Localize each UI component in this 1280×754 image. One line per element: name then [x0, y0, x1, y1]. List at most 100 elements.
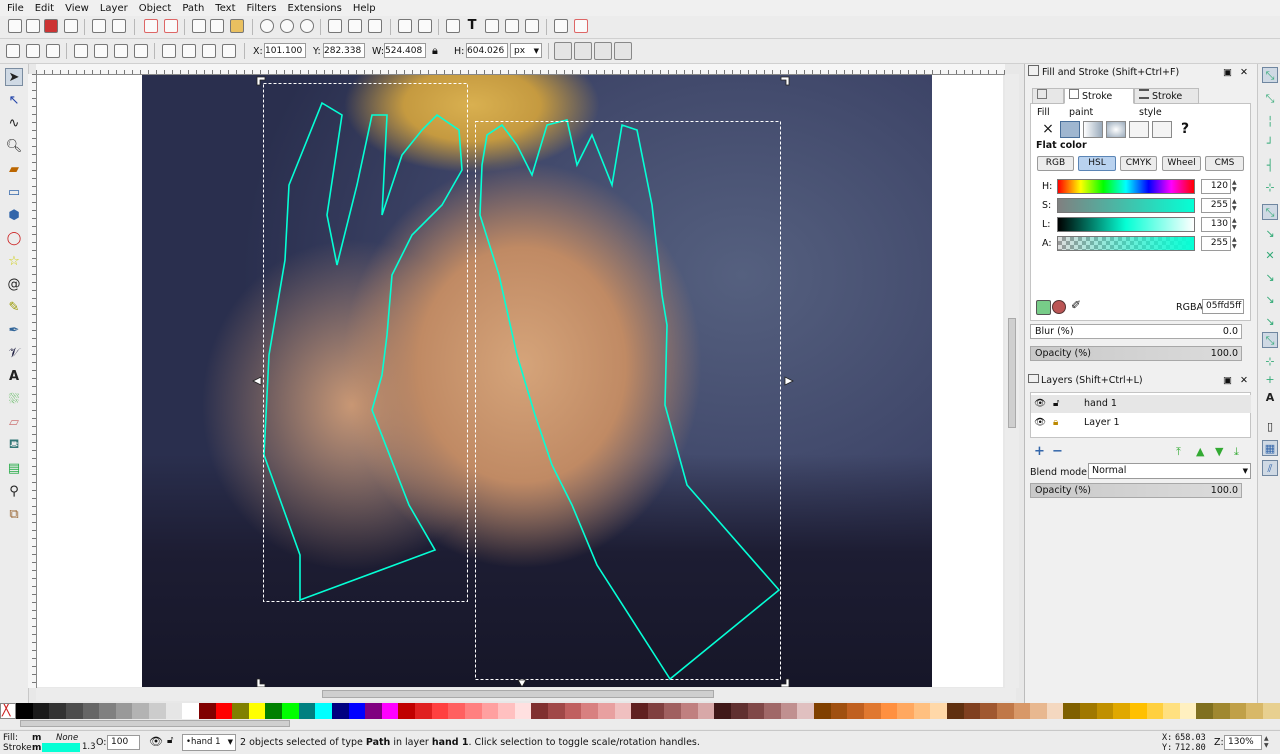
palette-swatch[interactable] — [415, 703, 432, 719]
palette-swatch[interactable] — [664, 703, 681, 719]
menu-path[interactable]: Path — [175, 3, 208, 14]
radial-gradient-button[interactable] — [1106, 121, 1126, 138]
menu-text[interactable]: Text — [208, 3, 239, 14]
tab-fill[interactable]: Fill — [1032, 88, 1064, 118]
zoom-field[interactable]: 130% — [1224, 735, 1262, 750]
color-managed-icon[interactable] — [1036, 300, 1051, 315]
alpha-value[interactable]: 255 — [1201, 236, 1231, 251]
palette-swatch[interactable] — [780, 703, 798, 719]
blend-mode-select[interactable]: Normal ▼ — [1088, 463, 1251, 479]
raise-icon[interactable] — [182, 44, 196, 58]
palette-swatch[interactable] — [16, 703, 33, 719]
palette-swatch[interactable] — [930, 703, 947, 719]
palette-swatch[interactable] — [597, 703, 615, 719]
model-hsl-tab[interactable]: HSL — [1078, 156, 1116, 171]
transform-gradients-toggle[interactable] — [594, 42, 612, 60]
vertical-scrollbar-thumb[interactable] — [1008, 318, 1016, 428]
add-layer-icon[interactable]: + — [1034, 444, 1045, 459]
lightness-spin[interactable]: ▲ ▼ — [1232, 217, 1239, 232]
palette-swatch[interactable] — [697, 703, 715, 719]
palette-swatch[interactable] — [531, 703, 548, 719]
flip-vertical-icon[interactable] — [134, 44, 148, 58]
select-all-layers-icon[interactable] — [26, 44, 40, 58]
rotate-cw-icon[interactable] — [94, 44, 108, 58]
save-icon[interactable] — [44, 19, 58, 33]
hue-slider[interactable] — [1057, 179, 1195, 194]
select-all-icon[interactable] — [6, 44, 20, 58]
gradient-tool-icon[interactable]: ▤ — [5, 459, 23, 477]
layer-row[interactable]: 👁︎ 🔒︎ Layer 1 — [1031, 414, 1251, 432]
palette-swatch[interactable] — [132, 703, 149, 719]
eraser-tool-icon[interactable]: ▱ — [5, 413, 23, 431]
measure-tool-icon[interactable]: ▰ — [5, 160, 23, 178]
print-icon[interactable] — [64, 19, 78, 33]
palette-swatch[interactable] — [265, 703, 282, 719]
palette-swatch[interactable] — [1129, 703, 1147, 719]
pick-color-icon[interactable]: ✐ — [1071, 298, 1081, 312]
snap-grids-icon[interactable]: ▦ — [1262, 440, 1278, 456]
undo-icon[interactable] — [144, 19, 158, 33]
y-field[interactable]: 282.338 — [323, 43, 365, 58]
snap-bbox-icon[interactable]: ⤡ — [1262, 91, 1278, 107]
palette-swatch[interactable] — [49, 703, 66, 719]
remove-layer-icon[interactable]: − — [1052, 444, 1063, 459]
snap-others-icon[interactable]: ⤡ — [1262, 332, 1278, 348]
palette-swatch[interactable] — [564, 703, 582, 719]
palette-swatch[interactable] — [747, 703, 765, 719]
snap-smooth-nodes-icon[interactable]: ↘ — [1262, 292, 1278, 308]
palette-swatch[interactable] — [149, 703, 166, 719]
fill-stroke-dialog-icon[interactable] — [446, 19, 460, 33]
palette-swatch[interactable] — [1262, 703, 1280, 719]
palette-swatch[interactable] — [1246, 703, 1263, 719]
hue-spin[interactable]: ▲ ▼ — [1232, 179, 1239, 194]
palette-swatch[interactable] — [681, 703, 698, 719]
group-icon[interactable] — [398, 19, 412, 33]
menu-file[interactable]: File — [0, 3, 28, 14]
palette-swatch[interactable] — [1113, 703, 1130, 719]
clone-icon[interactable] — [348, 19, 362, 33]
palette-swatch[interactable] — [165, 703, 183, 719]
layer-to-top-icon[interactable]: ⤒ — [1176, 445, 1181, 459]
ellipse-tool-icon[interactable]: ◯ — [5, 229, 23, 247]
snap-bbox-corners-icon[interactable]: ┘ — [1262, 136, 1278, 152]
snap-page-border-icon[interactable]: ▯ — [1262, 419, 1278, 435]
calligraphy-tool-icon[interactable]: 𝒱 — [5, 344, 23, 362]
palette-swatch[interactable] — [282, 703, 299, 719]
horizontal-scrollbar-thumb[interactable] — [322, 690, 714, 698]
saturation-slider[interactable] — [1057, 198, 1195, 213]
tab-stroke-paint[interactable]: Stroke paint — [1064, 88, 1134, 118]
h-field[interactable]: 604.026 — [466, 43, 508, 58]
zoom-spin[interactable]: ▲ ▼ — [1264, 735, 1271, 750]
raise-to-top-icon[interactable] — [162, 44, 176, 58]
import-icon[interactable] — [92, 19, 106, 33]
palette-swatch[interactable] — [99, 703, 116, 719]
palette-swatch[interactable] — [714, 703, 731, 719]
palette-swatch[interactable] — [830, 703, 848, 719]
palette-swatch[interactable] — [1196, 703, 1213, 719]
new-document-icon[interactable] — [8, 19, 22, 33]
menu-help[interactable]: Help — [346, 3, 380, 14]
snap-text-baseline-icon[interactable]: A — [1262, 390, 1278, 406]
linear-gradient-button[interactable] — [1083, 121, 1103, 138]
palette-swatch[interactable] — [298, 703, 316, 719]
palette-swatch[interactable] — [431, 703, 449, 719]
palette-swatch[interactable] — [232, 703, 249, 719]
flat-color-button[interactable] — [1060, 121, 1080, 138]
palette-swatch[interactable] — [1096, 703, 1114, 719]
palette-swatch[interactable] — [82, 703, 100, 719]
opacity-o-field[interactable]: 100 — [107, 735, 140, 750]
palette-swatch[interactable] — [863, 703, 881, 719]
document-properties-icon[interactable] — [574, 19, 588, 33]
deselect-icon[interactable] — [46, 44, 60, 58]
duplicate-icon[interactable] — [328, 19, 342, 33]
palette-swatch[interactable] — [1063, 703, 1080, 719]
menu-filters[interactable]: Filters — [240, 3, 281, 14]
palette-swatch[interactable] — [1080, 703, 1097, 719]
preferences-icon[interactable] — [554, 19, 568, 33]
blur-field[interactable]: Blur (%) 0.0 — [1030, 324, 1242, 339]
transform-dialog-icon[interactable] — [525, 19, 539, 33]
scale-corners-toggle[interactable] — [574, 42, 592, 60]
align-dialog-icon[interactable] — [505, 19, 519, 33]
flip-horizontal-icon[interactable] — [114, 44, 128, 58]
menu-object[interactable]: Object — [132, 3, 176, 14]
